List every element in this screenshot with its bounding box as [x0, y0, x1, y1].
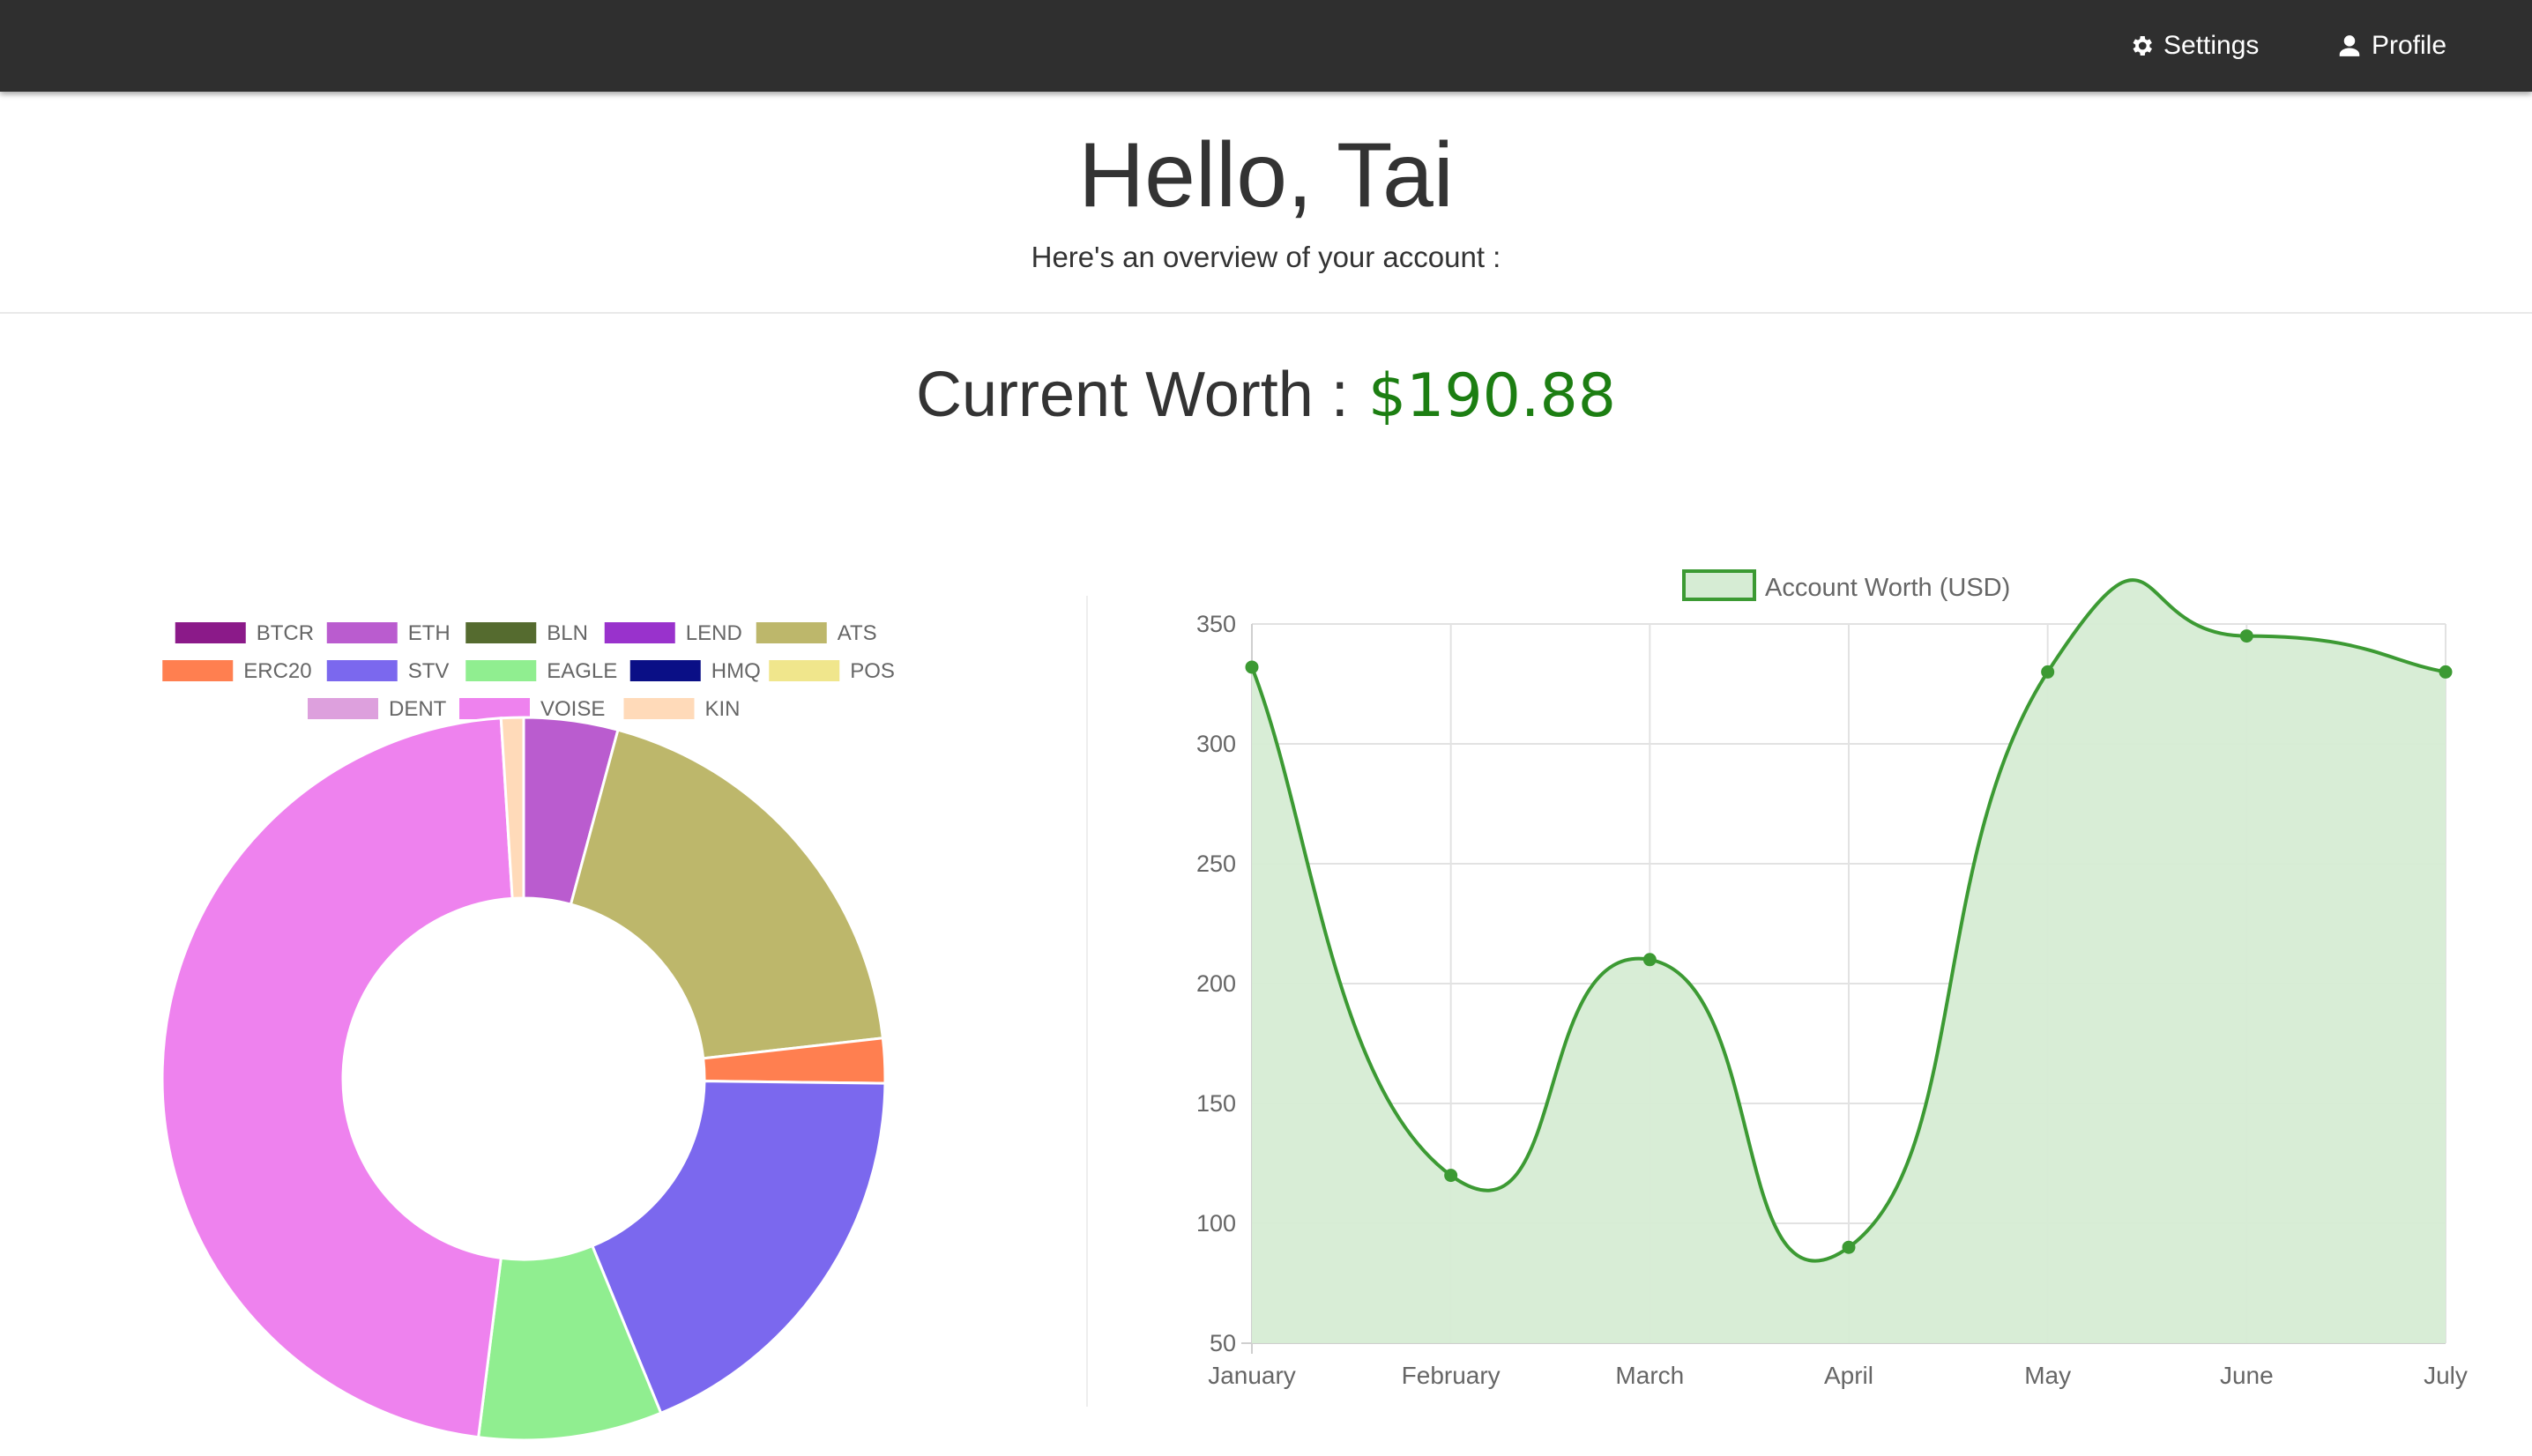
legend-label: ERC20 [243, 659, 311, 683]
current-worth-value: $190.88 [1367, 361, 1617, 431]
x-tick-label: April [1824, 1362, 1873, 1389]
legend-item-eagle[interactable]: EAGLE [465, 659, 617, 683]
legend-label: STV [408, 659, 450, 683]
legend-label: POS [850, 659, 895, 683]
legend-label: ETH [408, 621, 451, 645]
legend-swatch [604, 622, 675, 643]
legend-item-hmq[interactable]: HMQ [629, 659, 761, 683]
y-tick-label: 350 [1196, 611, 1236, 637]
navbar: Settings Profile [0, 0, 2532, 92]
page-title: Hello, Tai [1078, 124, 1454, 227]
legend-item-kin[interactable]: KIN [623, 697, 741, 721]
data-point-april[interactable] [1842, 1240, 1856, 1254]
y-tick-label: 200 [1196, 970, 1236, 997]
gear-icon [2133, 36, 2152, 56]
legend-item-stv[interactable]: STV [326, 659, 450, 683]
legend-swatch [623, 698, 695, 719]
legend-label: EAGLE [547, 659, 617, 683]
legend-swatch [308, 698, 378, 719]
legend-swatch [175, 622, 246, 643]
legend-label: ATS [838, 621, 877, 645]
legend-item-dent[interactable]: DENT [308, 697, 447, 721]
slice-ats[interactable] [569, 728, 885, 1060]
header-divider [0, 312, 2532, 314]
legend-label: BTCR [257, 621, 314, 645]
y-tick-label: 100 [1196, 1210, 1236, 1237]
data-point-january[interactable] [1245, 660, 1259, 674]
legend-swatch [326, 622, 398, 643]
legend-swatch [629, 660, 701, 681]
account-worth-line-chart: 350 300 250 200 150 100 50 January February March… [1196, 569, 2468, 1389]
y-tick-label: 300 [1196, 731, 1236, 757]
legend-swatch [756, 622, 827, 643]
x-tick-label: June [2220, 1362, 2274, 1389]
legend-swatch [465, 660, 537, 681]
settings-link[interactable]: Settings [2128, 26, 2259, 65]
legend-swatch [162, 660, 234, 681]
legend-item-eth[interactable]: ETH [326, 621, 451, 645]
slice-voise[interactable] [160, 717, 514, 1439]
x-tick-label: July [2424, 1362, 2468, 1389]
legend-item-account-worth[interactable]: Account Worth (USD) [1682, 569, 2010, 602]
legend-item-erc20[interactable]: ERC20 [162, 659, 312, 683]
settings-label: Settings [2163, 31, 2260, 60]
profile-label: Profile [2372, 31, 2447, 60]
data-point-july[interactable] [2439, 665, 2453, 679]
legend-label: LEND [686, 621, 742, 645]
legend-swatch [326, 660, 398, 681]
legend-label: KIN [705, 697, 741, 721]
data-point-february[interactable] [1444, 1169, 1458, 1183]
x-tick-label: May [2024, 1362, 2071, 1389]
profile-link[interactable]: Profile [2336, 26, 2446, 65]
data-point-may[interactable] [2041, 665, 2055, 679]
column-divider [1086, 596, 1088, 1407]
legend-item-btcr[interactable]: BTCR [175, 621, 314, 645]
legend-swatch [769, 660, 840, 681]
legend-label: HMQ [711, 659, 761, 683]
legend-label: DENT [389, 697, 447, 721]
y-tick-label: 50 [1210, 1330, 1236, 1356]
legend-item-pos[interactable]: POS [769, 659, 895, 683]
legend-item-lend[interactable]: LEND [604, 621, 742, 645]
legend-swatch [459, 698, 530, 719]
legend-swatch [1682, 569, 1756, 601]
x-tick-label: March [1615, 1362, 1684, 1389]
y-tick-label: 150 [1196, 1090, 1236, 1117]
holdings-doughnut-chart: BTCR ETH BLN LEND ATS ERC20 STV EAGLE HMQ POS DENT… [160, 621, 895, 1442]
legend-label: Account Worth (USD) [1765, 574, 2010, 602]
current-worth: Current Worth : $190.88 [0, 353, 2532, 439]
page-subtitle: Here's an overview of your account : [1031, 241, 1501, 273]
data-point-march[interactable] [1642, 953, 1657, 967]
x-tick-label: February [1402, 1362, 1501, 1389]
y-tick-label: 250 [1196, 851, 1236, 877]
x-tick-label: January [1208, 1362, 1296, 1389]
current-worth-label: Current Worth : [915, 360, 1349, 430]
data-point-june[interactable] [2239, 629, 2253, 643]
legend-label: BLN [547, 621, 588, 645]
legend-swatch [465, 622, 537, 643]
legend-item-bln[interactable]: BLN [465, 621, 588, 645]
user-icon [2339, 35, 2360, 56]
legend-item-ats[interactable]: ATS [756, 621, 877, 645]
